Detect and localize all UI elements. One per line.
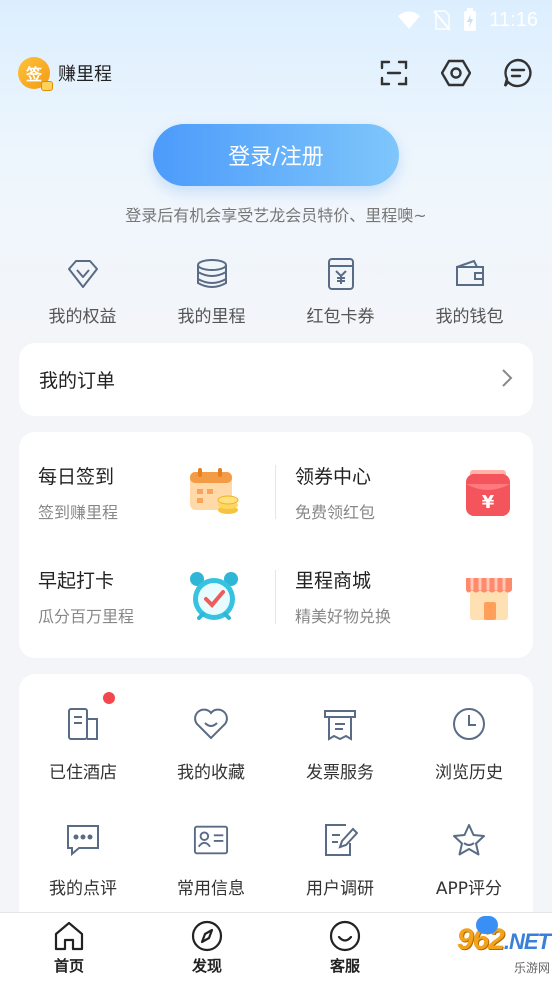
- tool-favorites[interactable]: 我的收藏: [147, 706, 275, 796]
- tool-label-survey: 用户调研: [306, 879, 374, 899]
- scan-icon[interactable]: [378, 57, 410, 89]
- status-bar: 11:16: [0, 0, 552, 40]
- watermark-logo-text: 962.NET: [456, 922, 551, 956]
- sign-in-badge-text: 签: [25, 65, 42, 84]
- clock-icon: [451, 706, 487, 742]
- login-tip-text: 登录后有机会享受艺龙会员特价、里程噢~: [125, 206, 427, 225]
- quick-label-wallet: 我的钱包: [435, 307, 504, 327]
- invoice-icon: [322, 706, 358, 742]
- id-card-icon: [193, 822, 229, 858]
- comment-icon: [65, 822, 101, 858]
- tool-stayed-hotels[interactable]: 已住酒店: [19, 692, 147, 796]
- survey-icon: [322, 822, 358, 858]
- tool-survey[interactable]: 用户调研: [276, 822, 404, 912]
- promo-daily-checkin[interactable]: 每日签到 签到赚里程: [19, 432, 276, 532]
- service-icon: [328, 919, 362, 953]
- coins-icon: [194, 256, 230, 292]
- promo-coupon-center[interactable]: 领券中心 免费领红包 ¥: [276, 432, 533, 532]
- tab-home[interactable]: 首页: [0, 913, 138, 981]
- message-icon[interactable]: [502, 57, 534, 89]
- shop-icon: [462, 570, 516, 624]
- heart-icon: [193, 706, 229, 742]
- quick-item-benefits[interactable]: 我的权益: [18, 256, 147, 327]
- status-time: 11:16: [489, 8, 538, 31]
- hotel-icon: [65, 692, 115, 742]
- my-orders-title: 我的订单: [39, 370, 116, 392]
- tab-label-discover: 发现: [191, 957, 222, 975]
- tool-app-rating[interactable]: APP评分: [405, 822, 533, 912]
- star-icon: [451, 822, 487, 858]
- tab-label-home: 首页: [53, 957, 84, 975]
- quick-entries: 我的权益 我的里程 红包卡券 我的钱包: [18, 256, 534, 327]
- tool-label-invoice: 发票服务: [306, 763, 374, 783]
- tab-discover[interactable]: 发现: [138, 913, 276, 981]
- wifi-icon: [397, 10, 421, 30]
- top-bar: 签 赚里程: [0, 52, 552, 94]
- tool-reviews[interactable]: 我的点评: [19, 822, 147, 912]
- compass-icon: [190, 919, 224, 953]
- red-envelope-icon: ¥: [462, 466, 516, 520]
- tool-label-favorites: 我的收藏: [177, 763, 245, 783]
- calendar-icon: [187, 466, 241, 520]
- tools-card: 已住酒店 我的收藏 发票服务 浏览历史 我的点评 常用信息 用户调研 APP评分: [19, 674, 533, 924]
- coupon-icon: [323, 256, 359, 292]
- sign-in-badge-icon: 签: [18, 57, 53, 91]
- tab-label-service: 客服: [329, 957, 360, 975]
- quick-item-coupons[interactable]: 红包卡券: [276, 256, 405, 327]
- watermark-bubble-icon: [476, 916, 498, 934]
- tool-common-info[interactable]: 常用信息: [147, 822, 275, 912]
- tool-invoice[interactable]: 发票服务: [276, 706, 404, 796]
- quick-label-benefits: 我的权益: [48, 307, 117, 327]
- diamond-icon: [65, 256, 101, 292]
- watermark-logo: 962.NET 乐游网: [414, 916, 551, 978]
- tool-label-common-info: 常用信息: [177, 879, 245, 899]
- promo-card: 每日签到 签到赚里程 领券中心 免费领红包 ¥ 早起打卡 瓜分百万里程 里程商城…: [19, 432, 533, 658]
- tool-label-history: 浏览历史: [435, 763, 503, 783]
- top-actions: [378, 57, 534, 89]
- promo-miles-mall[interactable]: 里程商城 精美好物兑换: [276, 536, 533, 636]
- tab-service[interactable]: 客服: [276, 913, 414, 981]
- earn-miles-label: 赚里程: [58, 64, 112, 85]
- watermark-sub-text: 乐游网: [513, 960, 550, 975]
- tool-label-hotels: 已住酒店: [49, 763, 117, 783]
- quick-label-miles: 我的里程: [177, 307, 246, 327]
- coins-mini-icon: [41, 81, 53, 91]
- chevron-right-icon: [501, 368, 513, 392]
- battery-charging-icon: [463, 8, 477, 32]
- tool-label-reviews: 我的点评: [49, 879, 117, 899]
- tool-history[interactable]: 浏览历史: [405, 706, 533, 796]
- notification-dot: [103, 692, 115, 704]
- settings-icon[interactable]: [440, 57, 472, 89]
- alarm-clock-icon: [187, 570, 241, 624]
- earn-miles-entry[interactable]: 签 赚里程: [18, 57, 112, 91]
- tool-label-rating: APP评分: [435, 879, 503, 899]
- quick-item-miles[interactable]: 我的里程: [147, 256, 276, 327]
- quick-label-coupons: 红包卡券: [306, 307, 375, 327]
- my-orders-row[interactable]: 我的订单: [19, 343, 533, 416]
- promo-early-clockin[interactable]: 早起打卡 瓜分百万里程: [19, 536, 276, 636]
- svg-text:¥: ¥: [482, 492, 495, 513]
- no-sim-icon: [433, 9, 452, 31]
- wallet-icon: [452, 256, 488, 292]
- quick-item-wallet[interactable]: 我的钱包: [405, 256, 534, 327]
- home-icon: [52, 919, 86, 953]
- login-register-button[interactable]: 登录/注册: [153, 124, 399, 186]
